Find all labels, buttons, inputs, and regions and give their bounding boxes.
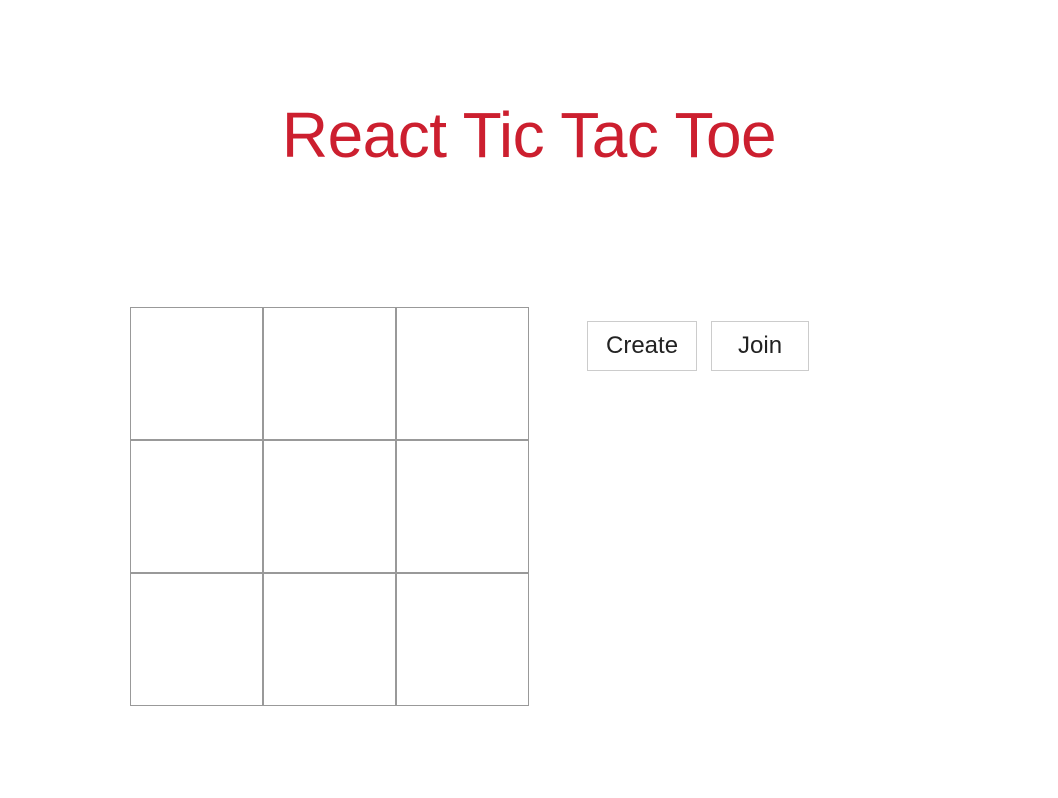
board-cell-4[interactable] <box>263 440 396 573</box>
board-cell-7[interactable] <box>263 573 396 706</box>
board-cell-0[interactable] <box>130 307 263 440</box>
game-area: Create Join <box>130 307 809 706</box>
board-cell-8[interactable] <box>396 573 529 706</box>
board-cell-1[interactable] <box>263 307 396 440</box>
game-board <box>130 307 529 706</box>
board-cell-6[interactable] <box>130 573 263 706</box>
join-button[interactable]: Join <box>711 321 809 371</box>
board-cell-2[interactable] <box>396 307 529 440</box>
game-controls: Create Join <box>587 321 809 371</box>
board-cell-5[interactable] <box>396 440 529 573</box>
create-button[interactable]: Create <box>587 321 697 371</box>
board-cell-3[interactable] <box>130 440 263 573</box>
page-title: React Tic Tac Toe <box>0 98 1058 172</box>
